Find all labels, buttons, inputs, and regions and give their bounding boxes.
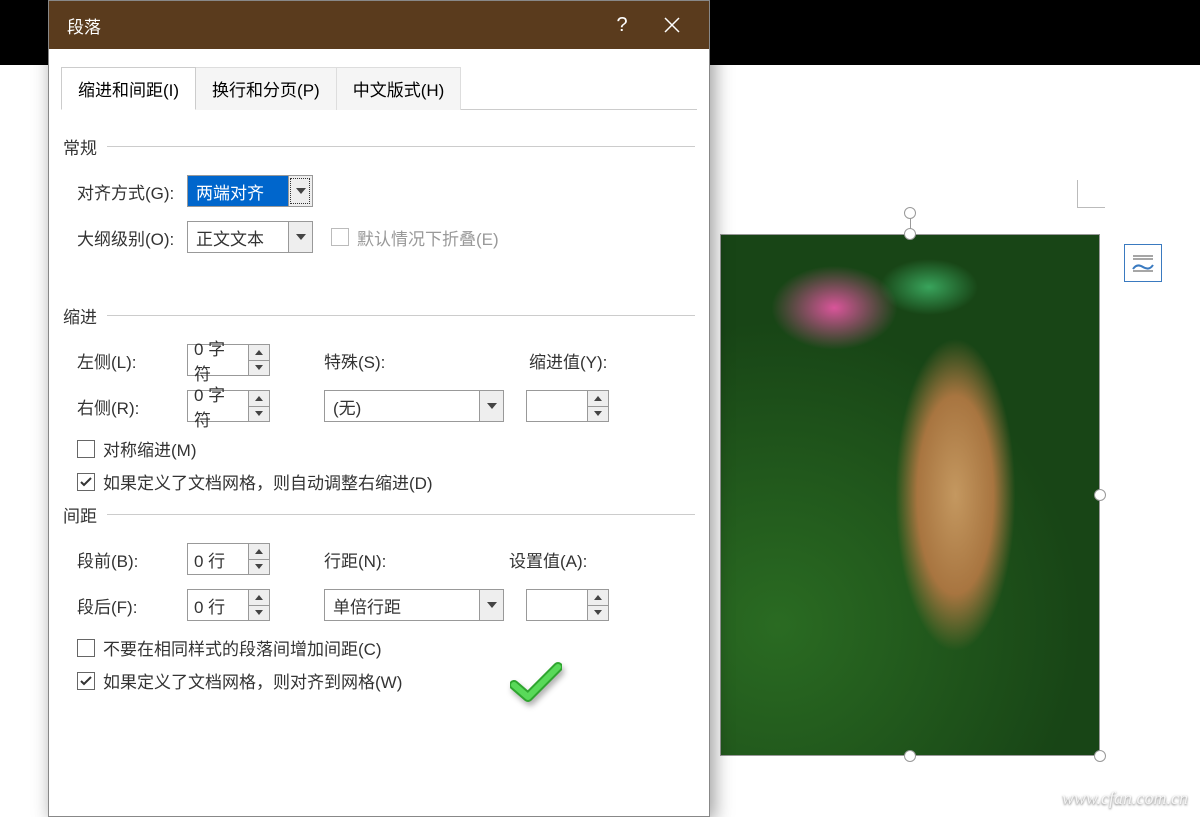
- spin-down-icon[interactable]: [249, 560, 269, 575]
- indent-left-label: 左侧(L):: [77, 348, 187, 373]
- spin-down-icon[interactable]: [249, 407, 269, 422]
- line-spacing-label: 行距(N):: [324, 547, 469, 572]
- indent-value-spinner[interactable]: [526, 390, 609, 422]
- alignment-combo[interactable]: 两端对齐: [187, 175, 313, 207]
- line-spacing-combo[interactable]: 单倍行距: [324, 589, 504, 621]
- space-after-spinner[interactable]: 0 行: [187, 589, 270, 621]
- resize-handle-right[interactable]: [1094, 489, 1106, 501]
- tab-line-page-breaks[interactable]: 换行和分页(P): [195, 67, 337, 110]
- spin-down-icon[interactable]: [249, 606, 269, 621]
- tab-indent-spacing[interactable]: 缩进和间距(I): [61, 67, 196, 110]
- auto-adjust-indent-label: 如果定义了文档网格，则自动调整右缩进(D): [103, 469, 433, 494]
- spin-up-icon[interactable]: [249, 544, 269, 560]
- spin-down-icon[interactable]: [588, 407, 608, 422]
- auto-adjust-indent-checkbox[interactable]: [77, 473, 95, 491]
- paragraph-dialog: 段落 ? 缩进和间距(I) 换行和分页(P) 中文版式(H) 常规 对齐方式(G…: [48, 0, 710, 817]
- layout-options-button[interactable]: [1124, 244, 1162, 282]
- space-before-label: 段前(B):: [77, 547, 187, 572]
- dialog-title: 段落: [61, 13, 597, 38]
- collapse-checkbox: [331, 228, 349, 246]
- alignment-dropdown-button[interactable]: [288, 176, 312, 206]
- margin-corner-mark: [1077, 180, 1105, 208]
- spin-down-icon[interactable]: [588, 606, 608, 621]
- tab-asian-typography[interactable]: 中文版式(H): [336, 67, 462, 110]
- group-header-indent: 缩进: [63, 303, 695, 328]
- mirror-indent-checkbox[interactable]: [77, 440, 95, 458]
- tab-strip: 缩进和间距(I) 换行和分页(P) 中文版式(H): [49, 49, 709, 110]
- group-header-spacing: 间距: [63, 502, 695, 527]
- indent-right-label: 右侧(R):: [77, 394, 187, 419]
- set-value-spinner[interactable]: [526, 589, 609, 621]
- close-button[interactable]: [647, 1, 697, 49]
- no-space-same-style-checkbox[interactable]: [77, 639, 95, 657]
- line-spacing-dropdown-button[interactable]: [479, 590, 503, 620]
- space-before-spinner[interactable]: 0 行: [187, 543, 270, 575]
- annotation-checkmark-icon: [510, 661, 562, 708]
- spin-up-icon[interactable]: [249, 345, 269, 361]
- mirror-indent-label: 对称缩进(M): [103, 436, 196, 461]
- spin-up-icon[interactable]: [249, 391, 269, 407]
- image-content: [721, 235, 1099, 755]
- no-space-same-style-label: 不要在相同样式的段落间增加间距(C): [103, 635, 382, 660]
- outline-label: 大纲级别(O):: [77, 225, 187, 250]
- collapse-label: 默认情况下折叠(E): [357, 225, 499, 250]
- help-button[interactable]: ?: [597, 1, 647, 49]
- special-indent-dropdown-button[interactable]: [479, 391, 503, 421]
- resize-handle-bottom[interactable]: [904, 750, 916, 762]
- special-indent-combo[interactable]: (无): [324, 390, 504, 422]
- special-indent-label: 特殊(S):: [324, 348, 469, 373]
- spin-up-icon[interactable]: [588, 590, 608, 606]
- indent-left-spinner[interactable]: 0 字符: [187, 344, 270, 376]
- resize-handle-bottom-right[interactable]: [1094, 750, 1106, 762]
- dialog-titlebar[interactable]: 段落 ?: [49, 1, 709, 49]
- outline-level-combo[interactable]: 正文文本: [187, 221, 313, 253]
- spin-up-icon[interactable]: [588, 391, 608, 407]
- group-header-general: 常规: [63, 134, 695, 159]
- space-after-label: 段后(F):: [77, 593, 187, 618]
- snap-to-grid-checkbox[interactable]: [77, 672, 95, 690]
- rotation-handle[interactable]: [904, 207, 916, 219]
- indent-value-label: 缩进值(Y):: [529, 348, 639, 373]
- spin-up-icon[interactable]: [249, 590, 269, 606]
- set-value-label: 设置值(A):: [509, 547, 619, 572]
- indent-right-spinner[interactable]: 0 字符: [187, 390, 270, 422]
- outline-dropdown-button[interactable]: [288, 222, 312, 252]
- alignment-label: 对齐方式(G):: [77, 179, 187, 204]
- watermark-text: www.cfan.com.cn: [1062, 788, 1188, 809]
- snap-to-grid-label: 如果定义了文档网格，则对齐到网格(W): [103, 668, 402, 693]
- spin-down-icon[interactable]: [249, 361, 269, 376]
- resize-handle-top[interactable]: [904, 228, 916, 240]
- selected-image-frame[interactable]: [720, 234, 1100, 756]
